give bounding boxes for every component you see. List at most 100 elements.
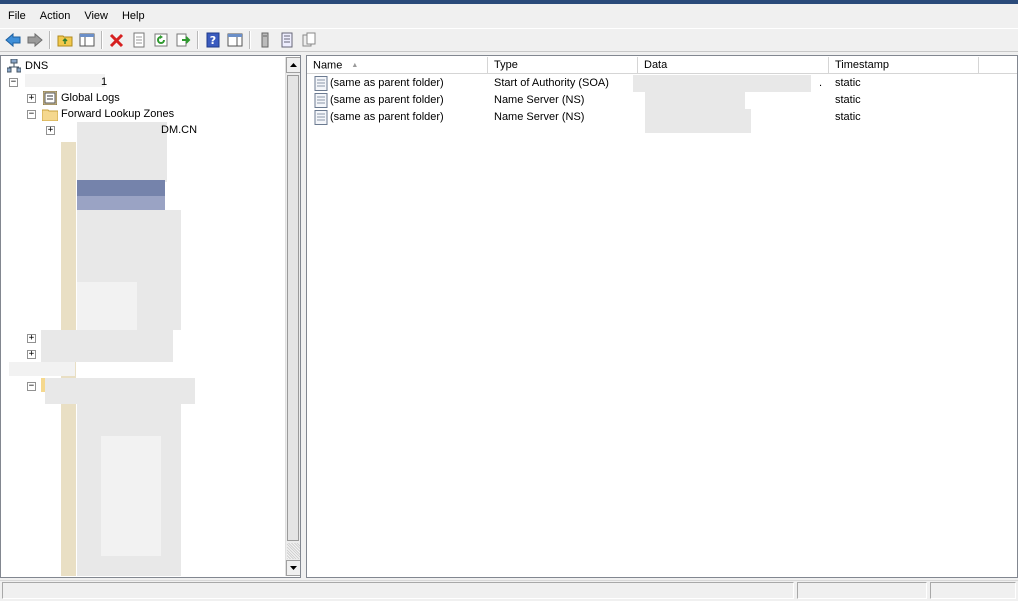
- expand-toggle[interactable]: +: [27, 93, 36, 103]
- tree-item-zone[interactable]: + DM.CN: [46, 122, 197, 138]
- column-header-filler: [979, 57, 1017, 74]
- tree-item-server[interactable]: − 1: [9, 74, 107, 90]
- export-list-button[interactable]: [172, 30, 194, 50]
- list-icon: [281, 32, 293, 48]
- column-header-label: Name: [313, 59, 343, 72]
- properties-icon: [133, 32, 145, 48]
- help-button[interactable]: ?: [202, 30, 224, 50]
- menu-help[interactable]: Help: [115, 5, 152, 27]
- svg-text:?: ?: [210, 34, 216, 47]
- folder-icon: [42, 106, 58, 122]
- toolbar-separator: [49, 31, 51, 49]
- show-hide-console-tree-button[interactable]: [76, 30, 98, 50]
- delete-button[interactable]: [106, 30, 128, 50]
- menu-view[interactable]: View: [77, 5, 115, 27]
- collapse-toggle[interactable]: −: [27, 109, 36, 119]
- column-header-type[interactable]: Type: [488, 57, 638, 74]
- console-tree-icon: [79, 33, 95, 47]
- record-type: Start of Authority (SOA): [494, 77, 609, 89]
- server-icon: [261, 32, 269, 48]
- column-header-timestamp[interactable]: Timestamp: [829, 57, 979, 74]
- event-log-icon: [42, 90, 58, 106]
- tree-item-label: DNS: [25, 60, 49, 72]
- menu-file[interactable]: File: [0, 5, 33, 27]
- selected-zone-highlight: [77, 180, 165, 196]
- forward-button[interactable]: [24, 30, 46, 50]
- copy-records-button[interactable]: [298, 30, 320, 50]
- action-pane-icon: [227, 33, 243, 47]
- help-icon: ?: [206, 32, 220, 48]
- scroll-up-arrow-icon: [290, 63, 297, 67]
- tree-item-label: 1: [101, 76, 108, 88]
- show-hide-action-pane-button[interactable]: [224, 30, 246, 50]
- dns-record-icon: [314, 76, 328, 91]
- scroll-thumb[interactable]: [287, 75, 299, 541]
- column-header-label: Timestamp: [835, 59, 889, 71]
- scroll-down-button[interactable]: [286, 560, 300, 576]
- collapse-toggle[interactable]: −: [27, 381, 36, 391]
- toolbar: ?: [0, 28, 1018, 52]
- collapse-toggle[interactable]: −: [9, 77, 18, 87]
- tree-item-expanded[interactable]: −: [27, 378, 42, 394]
- record-name: (same as parent folder): [330, 77, 444, 89]
- console-tree: DNS − 1 + Global Logs − Forward Lookup Z…: [0, 55, 301, 578]
- record-timestamp: static: [835, 94, 861, 106]
- tree-item-collapsed[interactable]: +: [27, 346, 42, 362]
- toolbar-separator: [101, 31, 103, 49]
- list-view-button[interactable]: [276, 30, 298, 50]
- back-button[interactable]: [2, 30, 24, 50]
- record-name: (same as parent folder): [330, 94, 444, 106]
- tree-item-collapsed[interactable]: +: [27, 330, 42, 346]
- status-bar: [0, 580, 1018, 601]
- column-header-name[interactable]: Name ▲: [307, 57, 488, 74]
- table-row[interactable]: (same as parent folder) Name Server (NS)…: [311, 109, 1011, 126]
- refresh-button[interactable]: [150, 30, 172, 50]
- folder-up-icon: [57, 35, 73, 47]
- record-timestamp: static: [835, 77, 861, 89]
- table-row[interactable]: (same as parent folder) Name Server (NS)…: [311, 92, 1011, 109]
- tree-item-forward-lookup-zones[interactable]: − Forward Lookup Zones: [27, 106, 174, 122]
- copy-icon: [302, 32, 316, 47]
- delete-x-icon: [109, 33, 124, 48]
- record-name: (same as parent folder): [330, 111, 444, 123]
- dns-record-icon: [314, 110, 328, 125]
- toolbar-separator: [249, 31, 251, 49]
- status-cell-main: [2, 582, 794, 599]
- properties-button[interactable]: [128, 30, 150, 50]
- record-type: Name Server (NS): [494, 94, 585, 106]
- tree-item-label: DM.CN: [161, 124, 198, 136]
- expand-toggle[interactable]: +: [46, 125, 55, 135]
- scroll-track[interactable]: [287, 543, 300, 559]
- selected-zone-highlight: [77, 196, 165, 210]
- expand-toggle[interactable]: +: [27, 333, 36, 343]
- record-timestamp: static: [835, 111, 861, 123]
- menu-bar: File Action View Help: [0, 4, 1018, 28]
- column-header-label: Data: [644, 59, 668, 71]
- record-data-suffix: .: [819, 77, 823, 89]
- update-server-data-files-button[interactable]: [254, 30, 276, 50]
- menu-action[interactable]: Action: [33, 5, 78, 27]
- toolbar-separator: [197, 31, 199, 49]
- table-row[interactable]: (same as parent folder) Start of Authori…: [311, 75, 1011, 92]
- up-one-level-button[interactable]: [54, 30, 76, 50]
- dns-record-icon: [314, 93, 328, 108]
- tree-item-dns[interactable]: DNS: [6, 58, 48, 74]
- column-header-label: Type: [494, 59, 518, 71]
- scroll-up-button[interactable]: [286, 57, 300, 73]
- refresh-icon: [154, 33, 168, 47]
- record-type: Name Server (NS): [494, 111, 585, 123]
- tree-item-label: Forward Lookup Zones: [61, 108, 175, 120]
- forward-arrow-icon: [27, 32, 43, 48]
- back-arrow-icon: [5, 32, 21, 48]
- dns-network-icon: [6, 58, 22, 74]
- expand-toggle[interactable]: +: [27, 349, 36, 359]
- scroll-down-arrow-icon: [290, 566, 297, 570]
- column-header-data[interactable]: Data: [638, 57, 829, 74]
- redacted-tree-items: [41, 330, 173, 362]
- export-list-icon: [176, 33, 191, 47]
- tree-vertical-scrollbar[interactable]: [285, 57, 300, 576]
- tree-item-global-logs[interactable]: + Global Logs: [27, 90, 120, 106]
- redacted-zone-names: [101, 436, 161, 556]
- redacted-tree-items: [45, 378, 195, 404]
- records-list: Name ▲ Type Data Timestamp (same as paren…: [306, 55, 1018, 578]
